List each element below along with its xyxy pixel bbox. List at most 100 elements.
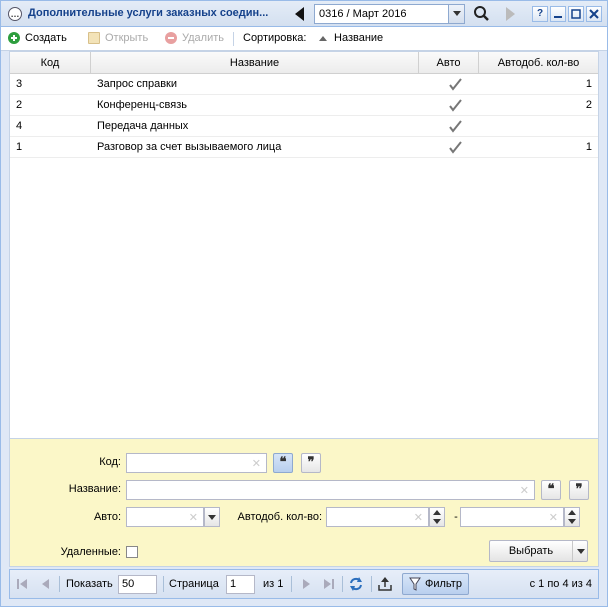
checkmark-icon — [449, 78, 462, 91]
clear-icon[interactable]: ✕ — [252, 457, 261, 470]
prev-page-icon[interactable] — [40, 578, 52, 590]
prev-period-button[interactable] — [291, 5, 309, 23]
paging-toolbar: Показать 50 Страница 1 из 1 Фильтр с 1 п… — [9, 569, 599, 599]
page-number-input[interactable]: 1 — [226, 575, 255, 594]
plus-icon — [8, 32, 20, 44]
column-header-code[interactable]: Код — [10, 52, 91, 74]
select-split-button[interactable]: Выбрать — [489, 540, 588, 562]
autoqty-from-input[interactable]: ✕ — [326, 507, 429, 527]
cell-name: Передача данных — [97, 120, 189, 132]
autoqty-to-input[interactable]: ✕ — [460, 507, 564, 527]
contains-toggle[interactable]: ❞ — [301, 453, 321, 473]
spin-down-icon[interactable] — [568, 519, 576, 524]
exact-match-toggle[interactable]: ❝ — [273, 453, 293, 473]
window: … Дополнительные услуги заказных соедин.… — [0, 0, 608, 607]
autoqty-from-spinner[interactable] — [429, 507, 445, 527]
cell-code: 4 — [16, 120, 23, 132]
auto-dropdown-button[interactable] — [204, 507, 220, 527]
exact-match-toggle[interactable]: ❝ — [541, 480, 561, 500]
export-icon[interactable] — [377, 576, 393, 592]
window-header: … Дополнительные услуги заказных соедин.… — [1, 1, 607, 27]
next-page-icon[interactable] — [300, 578, 312, 590]
sort-asc-icon — [319, 36, 327, 41]
last-page-icon[interactable] — [321, 578, 335, 590]
table-row[interactable]: 3 Запрос справки 1 — [10, 74, 598, 95]
maximize-button[interactable] — [568, 6, 584, 22]
pager-divider — [291, 576, 292, 592]
auto-label: Авто: — [93, 511, 121, 523]
quote-close-icon: ❞ — [307, 455, 315, 470]
column-header-name[interactable]: Название — [91, 52, 419, 74]
quote-open-icon: ❝ — [547, 482, 555, 497]
minus-icon — [165, 32, 177, 44]
sort-field-button[interactable]: Название — [317, 32, 383, 44]
open-button[interactable]: Открыть — [88, 32, 148, 44]
next-period-button[interactable] — [501, 5, 519, 23]
table-row[interactable]: 2 Конференц-связь 2 — [10, 95, 598, 116]
document-icon — [88, 32, 100, 44]
filter-panel: Код: ✕ ❝ ❞ Название: ✕ ❝ ❞ Авто: ✕ Автод… — [9, 439, 599, 567]
cell-autoqty: 2 — [585, 99, 592, 111]
quote-close-icon: ❞ — [575, 482, 583, 497]
table-row[interactable]: 4 Передача данных — [10, 116, 598, 137]
help-button[interactable]: ? — [532, 6, 548, 22]
split-divider — [572, 541, 573, 561]
checkmark-icon — [449, 120, 462, 133]
help-icon: ? — [536, 8, 544, 19]
period-dropdown-button[interactable] — [448, 5, 464, 23]
delete-button[interactable]: Удалить — [165, 32, 224, 44]
clear-icon[interactable]: ✕ — [189, 511, 198, 524]
select-button-label[interactable]: Выбрать — [490, 541, 572, 561]
checkmark-icon — [449, 99, 462, 112]
services-grid: Код Название Авто Автодоб. кол-во 3 Запр… — [9, 51, 599, 439]
minimize-button[interactable] — [550, 6, 566, 22]
spin-up-icon[interactable] — [433, 510, 441, 515]
spin-down-icon[interactable] — [433, 519, 441, 524]
page-label: Страница — [169, 578, 219, 590]
pager-divider — [342, 576, 343, 592]
close-icon — [589, 9, 599, 19]
checkmark-icon — [449, 141, 462, 154]
page-size-input[interactable]: 50 — [118, 575, 157, 594]
cell-name: Конференц-связь — [97, 99, 187, 111]
filter-button-label: Фильтр — [425, 578, 462, 590]
first-page-icon[interactable] — [16, 578, 30, 590]
sort-field-label: Название — [334, 32, 384, 44]
table-row[interactable]: 1 Разговор за счет вызываемого лица 1 — [10, 137, 598, 158]
clear-icon[interactable]: ✕ — [549, 511, 558, 524]
autoqty-to-spinner[interactable] — [564, 507, 580, 527]
toolbar-divider — [233, 32, 234, 46]
spin-up-icon[interactable] — [568, 510, 576, 515]
pager-divider — [59, 576, 60, 592]
refresh-icon[interactable] — [348, 576, 364, 592]
contains-toggle[interactable]: ❞ — [569, 480, 589, 500]
cell-name: Разговор за счет вызываемого лица — [97, 141, 282, 153]
chat-icon: … — [8, 7, 22, 21]
search-button[interactable] — [472, 4, 492, 24]
create-button[interactable]: Создать — [8, 32, 67, 44]
chevron-down-icon — [208, 515, 216, 520]
search-icon — [474, 6, 489, 21]
clear-icon[interactable]: ✕ — [414, 511, 423, 524]
sort-label: Сортировка: — [243, 32, 307, 44]
create-label: Создать — [25, 32, 67, 44]
name-input[interactable]: ✕ — [126, 480, 535, 500]
quote-open-icon: ❝ — [279, 455, 287, 470]
chevron-down-icon — [453, 11, 461, 16]
cell-code: 2 — [16, 99, 23, 111]
period-select[interactable]: 0316 / Март 2016 — [314, 4, 465, 24]
clear-icon[interactable]: ✕ — [520, 484, 529, 497]
delete-label: Удалить — [182, 32, 224, 44]
record-range-label: с 1 по 4 из 4 — [529, 578, 592, 590]
deleted-checkbox[interactable] — [126, 546, 138, 558]
filter-toggle-button[interactable]: Фильтр — [402, 573, 469, 595]
close-button[interactable] — [586, 6, 602, 22]
cell-name: Запрос справки — [97, 78, 178, 90]
cell-autoqty: 1 — [585, 141, 592, 153]
code-input[interactable]: ✕ — [126, 453, 267, 473]
chevron-down-icon[interactable] — [577, 549, 585, 554]
auto-select[interactable]: ✕ — [126, 507, 204, 527]
column-header-autoqty[interactable]: Автодоб. кол-во — [479, 52, 598, 74]
name-label: Название: — [68, 483, 121, 495]
column-header-auto[interactable]: Авто — [419, 52, 479, 74]
